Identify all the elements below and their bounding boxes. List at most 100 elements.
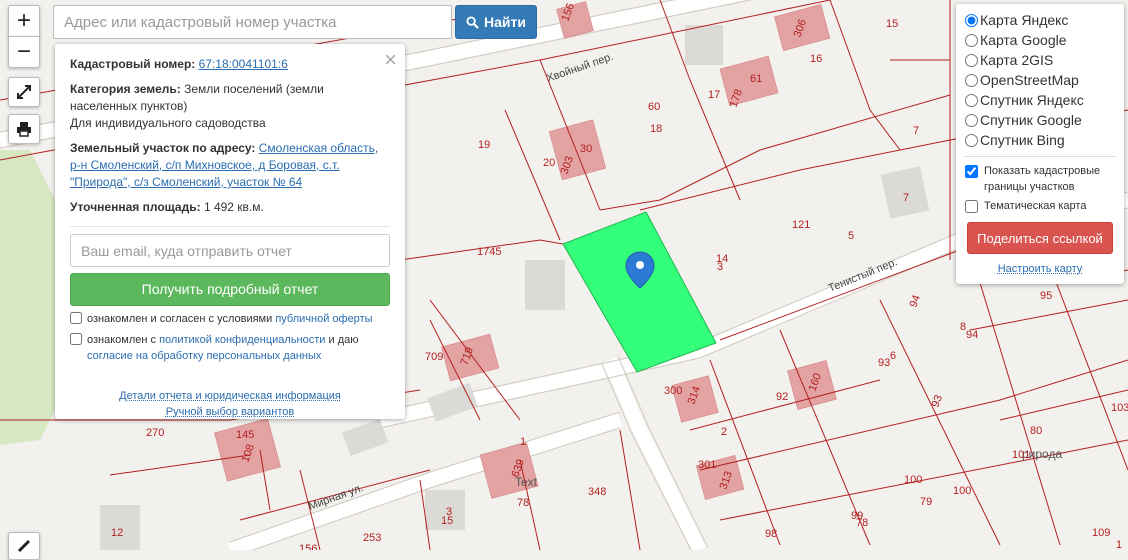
find-button[interactable]: Найти [455,5,537,39]
zoom-out-button[interactable]: − [8,36,40,68]
parcel-number-label: 17 [708,89,720,101]
basemap-radio[interactable] [965,133,978,147]
category-row: Категория земель: Земли поселений (земли… [70,81,390,132]
thematic-option[interactable]: Тематическая карта [965,198,1115,214]
parcel-number-label: 78 [517,497,529,509]
manual-select-link[interactable]: Ручной выбор вариантов [166,404,294,420]
basemap-option[interactable]: OpenStreetMap [965,70,1115,90]
parcel-number-label: 15 [886,18,898,30]
parcel-number-label: 270 [146,427,164,439]
green-area [0,150,60,445]
thematic-checkbox[interactable] [965,200,978,213]
parcel-info-popup: × Кадастровый номер: 67:18:0041101:6 Кат… [55,44,405,419]
parcel-number-label: 1745 [477,246,501,258]
basemap-options: Карта Яндекс Карта Google Карта 2GIS OpenSt… [965,10,1115,150]
fullscreen-button[interactable] [8,77,40,107]
parcel-number-label: 80 [1030,425,1042,437]
parcel-number-label: 19 [478,139,490,151]
parcel-number-label: 94 [966,329,978,341]
basemap-option[interactable]: Карта 2GIS [965,50,1115,70]
privacy-text-2: и даю [328,334,359,346]
parcel-number-label: 18 [650,123,662,135]
privacy-consent: ознакомлен с политикой конфиденциальност… [70,332,390,364]
show-borders-option[interactable]: Показать кадастровые границы участков [965,163,1115,195]
parcel-number-label: 301 [698,459,716,471]
basemap-radio[interactable] [965,93,978,107]
ruler-icon [17,539,31,553]
basemap-radio[interactable] [965,33,978,47]
privacy-link[interactable]: политикой конфиденциальности [159,334,325,346]
parcel-number-label: 78 [856,517,868,529]
parcel-number-label: 348 [588,486,606,498]
parcel-number-label: 253 [363,532,381,544]
basemap-radio[interactable] [965,53,978,67]
show-borders-label: Показать кадастровые границы участков [984,165,1101,193]
search-icon [466,15,479,29]
parcel-number-label: 95 [1040,290,1052,302]
printer-icon [17,122,31,137]
parcel-number-label: 121 [792,219,810,231]
basemap-label: Спутник Google [980,112,1082,128]
parcel-number-label: 100 [904,474,922,486]
parcel-number-label: 3 [446,506,452,518]
parcel-number-label: 100 [953,485,971,497]
get-report-button[interactable]: Получить подробный отчет [70,273,390,306]
basemap-option[interactable]: Карта Яндекс [965,10,1115,30]
ruler-button[interactable] [8,532,40,560]
zoom-in-button[interactable]: + [8,5,40,37]
parcel-number-label: 109 [1092,527,1110,539]
consent-link[interactable]: согласие на обработку персональных данны… [87,350,321,362]
cadastral-row: Кадастровый номер: 67:18:0041101:6 [70,56,390,73]
parcel-number-label: 79 [920,496,932,508]
parcel-number-label: 5 [848,230,854,242]
search-input[interactable] [53,5,452,39]
offer-text: ознакомлен и согласен с условиями [87,313,273,325]
cadastral-number-link[interactable]: 67:18:0041101:6 [199,57,288,71]
parcel-number-label: 300 [664,385,682,397]
address-label: Земельный участок по адресу: [70,141,256,155]
parcel-number-label: 1 [520,436,526,448]
parcel-number-label: 61 [750,73,762,85]
category-label: Категория земель: [70,82,181,96]
basemap-label: Карта Яндекс [980,12,1069,28]
parcel-number-label: 7 [913,125,919,137]
basemap-option[interactable]: Карта Google [965,30,1115,50]
address-row: Земельный участок по адресу: Смоленская … [70,140,390,191]
details-link[interactable]: Детали отчета и юридическая информация [119,388,341,404]
parcel-number-label: 156 [299,543,317,550]
basemap-option[interactable]: Спутник Bing [965,130,1115,150]
basemap-label: OpenStreetMap [980,72,1079,88]
basemap-radio[interactable] [965,73,978,87]
basemap-option[interactable]: Спутник Google [965,110,1115,130]
offer-link[interactable]: публичной оферты [275,313,372,325]
parcel-number-label: 6 [890,350,896,362]
basemap-label: Карта 2GIS [980,52,1054,68]
parcel-number-label: 145 [236,429,254,441]
email-input[interactable] [70,234,390,267]
parcel-number-label: 98 [765,528,777,540]
parcel-number-label: 709 [425,351,443,363]
area-value: 1 492 кв.м. [203,200,264,214]
setup-map-link[interactable]: Настроить карту [998,263,1083,275]
basemap-radio[interactable] [965,13,978,27]
print-button[interactable] [8,114,40,144]
area-row: Уточненная площадь: 1 492 кв.м. [70,199,390,216]
basemap-radio[interactable] [965,113,978,127]
parcel-number-label: 30 [580,143,592,155]
basemap-option[interactable]: Спутник Яндекс [965,90,1115,110]
offer-checkbox[interactable] [70,312,82,324]
parcel-number-label: 2 [721,426,727,438]
close-icon[interactable]: × [384,48,397,72]
popup-links: Детали отчета и юридическая информация Р… [70,388,390,420]
parcel-number-label: 103 [1111,402,1128,414]
parcel-number-label: 16 [810,53,822,65]
share-link-button[interactable]: Поделиться ссылкой [967,222,1113,254]
find-button-label: Найти [484,14,526,30]
parcel-number-label: 3 [717,261,723,273]
show-borders-checkbox[interactable] [965,165,978,178]
offer-consent: ознакомлен и согласен с условиями публич… [70,311,390,327]
privacy-text-1: ознакомлен с [87,334,157,346]
usage-value: Для индивидуального садоводства [70,116,266,130]
privacy-checkbox[interactable] [70,333,82,345]
basemap-label: Карта Google [980,32,1067,48]
